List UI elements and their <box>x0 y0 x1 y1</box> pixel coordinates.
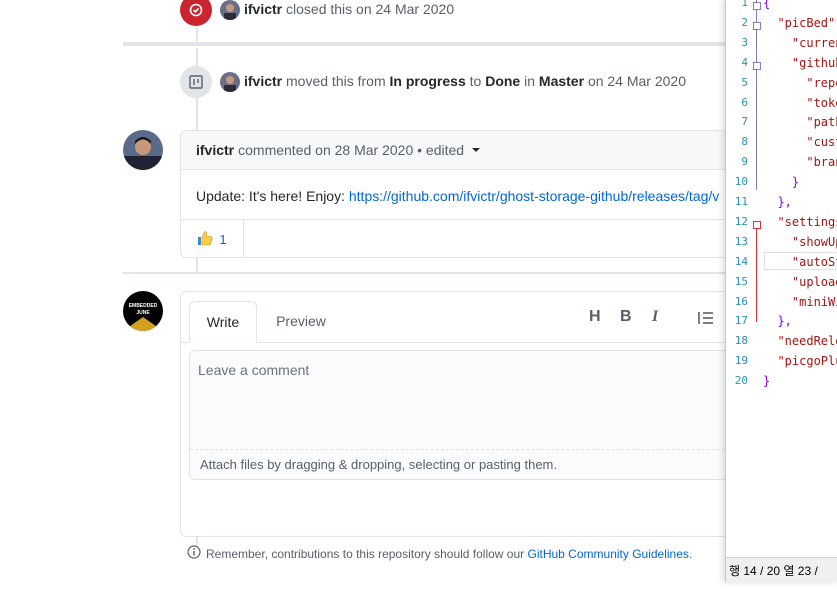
line-number: 2 <box>741 15 748 29</box>
code-line: "picBed": <box>763 15 837 30</box>
line-number: 14 <box>734 254 748 268</box>
code-line: "picgoPlu <box>763 354 837 369</box>
code-line: { <box>763 0 771 10</box>
current-user-avatar[interactable]: EMBEDDED JUNE <box>123 291 163 331</box>
thumbs-up-icon <box>197 230 213 249</box>
tab-divider <box>181 342 781 343</box>
code-line: "upload <box>763 274 837 289</box>
line-number: 3 <box>741 35 748 49</box>
code-line: "showUp <box>763 234 837 249</box>
line-number: 15 <box>734 274 748 288</box>
italic-icon[interactable]: I <box>652 308 658 326</box>
guidelines-prefix: Remember, contributions to this reposito… <box>206 546 528 561</box>
code-line: } <box>763 175 800 190</box>
line-number: 1 <box>741 0 748 9</box>
fold-toggle-icon[interactable] <box>753 220 761 229</box>
code-line: }, <box>763 314 792 329</box>
community-guidelines-link[interactable]: GitHub Community Guidelines <box>528 547 689 561</box>
code-line: "path <box>763 115 837 130</box>
event-author-link[interactable]: ifvictr <box>244 73 282 89</box>
line-number: 7 <box>741 115 748 129</box>
fold-toggle-icon[interactable] <box>753 21 761 30</box>
fold-toggle-icon[interactable] <box>753 2 761 10</box>
heading-icon[interactable]: H <box>589 308 601 326</box>
moved-event-text: ifvictr moved this from In progress to D… <box>244 73 686 89</box>
comment-meta[interactable]: commented on 28 Mar 2020 • edited <box>238 142 464 158</box>
guidelines-suffix: . <box>688 546 693 561</box>
fold-line-active <box>756 222 757 322</box>
tab-preview[interactable]: Preview <box>263 301 339 341</box>
comment-author-avatar[interactable] <box>123 130 163 170</box>
bold-icon[interactable]: B <box>620 308 632 326</box>
to-label: to <box>469 73 482 89</box>
avatar[interactable] <box>220 72 240 92</box>
code-editor-window[interactable]: 1 2 3 4 5 6 7 8 9 10 11 12 13 14 15 16 17 18 19 20 { "picBe… <box>725 0 837 582</box>
quote-list-icon[interactable] <box>698 311 714 328</box>
event-author-link[interactable]: ifvictr <box>244 1 282 17</box>
avatar-text-2: JUNE <box>136 310 150 316</box>
reaction-count: 1 <box>219 231 227 247</box>
project-link[interactable]: Master <box>539 73 584 89</box>
in-label: in <box>524 73 536 89</box>
line-number: 19 <box>734 354 748 368</box>
avatar-label: EMBEDDED JUNE <box>123 303 163 317</box>
fold-toggle-icon[interactable] <box>753 61 761 70</box>
line-number: 13 <box>734 234 748 248</box>
avatar-text-1: EMBEDDED <box>128 303 158 309</box>
code-line: "autoSt <box>763 254 837 269</box>
avatar[interactable] <box>220 0 240 20</box>
code-line: }, <box>763 195 792 209</box>
comment-body: Update: It's here! Enjoy: https://github… <box>196 188 719 204</box>
code-line: "miniWi <box>763 294 837 309</box>
tab-write[interactable]: Write <box>189 301 257 343</box>
contribution-guidelines-note: Remember, contributions to this reposito… <box>187 545 692 562</box>
moved-label: moved this from <box>286 73 386 89</box>
line-number: 12 <box>734 214 748 228</box>
from-column: In progress <box>389 73 466 89</box>
reactions-bar: 1 <box>181 219 781 258</box>
code-line: "cust <box>763 135 837 150</box>
line-number: 20 <box>734 374 748 388</box>
to-column: Done <box>485 73 521 89</box>
line-number: 9 <box>741 155 748 169</box>
comment-author-link[interactable]: ifvictr <box>196 142 234 158</box>
code-line: "bran <box>763 155 837 170</box>
closed-badge-icon <box>180 0 212 26</box>
edit-history-caret-icon[interactable] <box>472 148 481 152</box>
line-number: 11 <box>734 195 748 208</box>
timeline-separator <box>123 42 743 46</box>
info-icon <box>187 545 201 562</box>
line-number: 8 <box>741 135 748 149</box>
timeline-separator <box>123 272 743 274</box>
code-line: "settings <box>763 214 837 229</box>
project-icon <box>180 66 212 98</box>
line-number: 18 <box>734 334 748 348</box>
comment-composer: Write Preview H B I Leave a comment Atta… <box>180 291 782 537</box>
comment-placeholder: Leave a comment <box>198 362 310 378</box>
line-number: 17 <box>734 314 748 328</box>
closed-event-text: ifvictr closed this on 24 Mar 2020 <box>244 1 454 17</box>
release-link[interactable]: https://github.com/ifvictr/ghost-storage… <box>349 188 719 204</box>
line-number: 10 <box>734 175 748 189</box>
code-line: } <box>763 374 771 389</box>
code-line: "repo <box>763 75 837 90</box>
line-number-gutter: 1 2 3 4 5 6 7 8 9 10 11 12 13 14 15 16 17 18 19 20 <box>726 0 751 558</box>
line-number: 16 <box>734 294 748 308</box>
line-number: 4 <box>741 55 748 69</box>
attach-files-bar[interactable]: Attach files by dragging & dropping, sel… <box>190 449 780 479</box>
comment-container: ifvictr commented on 28 Mar 2020 • edite… <box>180 130 782 258</box>
comment-textarea[interactable]: Leave a comment Attach files by dragging… <box>189 350 781 480</box>
code-line: "curren <box>763 35 837 50</box>
line-number: 5 <box>741 75 748 89</box>
event-action: closed this on 24 Mar 2020 <box>286 1 455 17</box>
comment-header: ifvictr commented on 28 Mar 2020 • edite… <box>181 131 781 170</box>
line-number: 6 <box>741 95 748 109</box>
code-line: "github <box>763 55 837 70</box>
code-line: "toke <box>763 95 837 110</box>
thumbs-up-reaction-button[interactable]: 1 <box>181 220 244 258</box>
moved-date: on 24 Mar 2020 <box>587 73 687 89</box>
comment-text: Update: It's here! Enjoy: <box>196 188 349 204</box>
code-line: "needRelo <box>763 334 837 349</box>
editor-statusbar: 행 14 / 20 열 23 / <box>726 557 837 582</box>
